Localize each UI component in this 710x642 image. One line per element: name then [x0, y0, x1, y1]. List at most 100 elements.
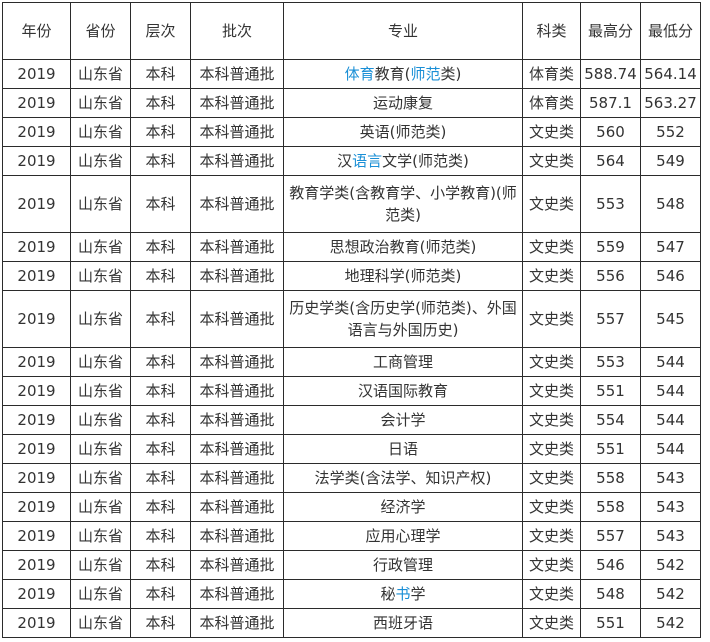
- major-link-text[interactable]: 体育: [345, 65, 375, 83]
- cell-min-score: 548: [640, 175, 701, 233]
- cell-batch: 本科普通批: [190, 232, 284, 262]
- table-row: 2019 山东省 本科 本科普通批 经济学 文史类 558 543: [2, 492, 701, 522]
- cell-major: 日语: [283, 434, 523, 464]
- cell-category: 文史类: [522, 463, 581, 493]
- cell-major: 汉语国际教育: [283, 376, 523, 406]
- cell-level: 本科: [130, 579, 191, 609]
- cell-year: 2019: [2, 59, 71, 89]
- cell-max-score: 557: [580, 290, 641, 348]
- cell-min-score: 564.14: [640, 59, 701, 89]
- cell-province: 山东省: [70, 376, 131, 406]
- cell-level: 本科: [130, 175, 191, 233]
- major-text: 汉: [337, 152, 353, 170]
- cell-category: 文史类: [522, 405, 581, 435]
- cell-year: 2019: [2, 232, 71, 262]
- table-row: 2019 山东省 本科 本科普通批 日语 文史类 551 544: [2, 434, 701, 464]
- cell-year: 2019: [2, 117, 71, 147]
- table-row: 2019 山东省 本科 本科普通批 法学类(含法学、知识产权) 文史类 558 543: [2, 463, 701, 493]
- cell-batch: 本科普通批: [190, 146, 284, 176]
- cell-batch: 本科普通批: [190, 608, 284, 638]
- cell-max-score: 553: [580, 175, 641, 233]
- major-link-text[interactable]: 书: [395, 585, 410, 603]
- cell-year: 2019: [2, 88, 71, 118]
- cell-category: 体育类: [522, 88, 581, 118]
- cell-category: 文史类: [522, 579, 581, 609]
- cell-province: 山东省: [70, 347, 131, 377]
- cell-level: 本科: [130, 117, 191, 147]
- cell-year: 2019: [2, 550, 71, 580]
- cell-province: 山东省: [70, 492, 131, 522]
- cell-level: 本科: [130, 492, 191, 522]
- table-row: 2019 山东省 本科 本科普通批 历史学类(含历史学(师范类)、外国语言与外国历史) 文…: [2, 290, 701, 348]
- major-link-text[interactable]: 语言: [352, 152, 382, 170]
- cell-province: 山东省: [70, 434, 131, 464]
- cell-max-score: 557: [580, 521, 641, 551]
- cell-max-score: 559: [580, 232, 641, 262]
- major-text: 行政管理: [372, 556, 433, 574]
- major-link-text[interactable]: 师范: [411, 65, 441, 83]
- major-text: 经济学: [380, 498, 426, 516]
- cell-category: 文史类: [522, 117, 581, 147]
- cell-category: 文史类: [522, 146, 581, 176]
- table-row: 2019 山东省 本科 本科普通批 会计学 文史类 554 544: [2, 405, 701, 435]
- cell-max-score: 556: [580, 261, 641, 291]
- cell-level: 本科: [130, 261, 191, 291]
- cell-category: 文史类: [522, 175, 581, 233]
- cell-province: 山东省: [70, 463, 131, 493]
- cell-batch: 本科普通批: [190, 261, 284, 291]
- cell-province: 山东省: [70, 521, 131, 551]
- cell-level: 本科: [130, 434, 191, 464]
- cell-batch: 本科普通批: [190, 376, 284, 406]
- cell-level: 本科: [130, 290, 191, 348]
- major-text: 历史学类(含历史学(师范类)、外国语言与外国历史): [289, 299, 517, 339]
- major-text: 应用心理学: [365, 527, 441, 545]
- cell-category: 文史类: [522, 261, 581, 291]
- cell-max-score: 546: [580, 550, 641, 580]
- cell-min-score: 542: [640, 608, 701, 638]
- cell-batch: 本科普通批: [190, 463, 284, 493]
- header-min-score: 最低分: [640, 2, 701, 60]
- cell-province: 山东省: [70, 146, 131, 176]
- major-text: 汉语国际教育: [357, 382, 448, 400]
- cell-category: 文史类: [522, 492, 581, 522]
- cell-year: 2019: [2, 521, 71, 551]
- major-text: 思想政治教育(师范类): [329, 238, 477, 256]
- cell-major: 秘书学: [283, 579, 523, 609]
- cell-level: 本科: [130, 376, 191, 406]
- major-text: 会计学: [380, 411, 426, 429]
- cell-level: 本科: [130, 608, 191, 638]
- cell-major: 西班牙语: [283, 608, 523, 638]
- header-row: 年份 省份 层次 批次 专业 科类 最高分 最低分: [2, 2, 701, 60]
- cell-major: 汉语言文学(师范类): [283, 146, 523, 176]
- cell-year: 2019: [2, 376, 71, 406]
- cell-major: 工商管理: [283, 347, 523, 377]
- cell-year: 2019: [2, 347, 71, 377]
- header-level: 层次: [130, 2, 191, 60]
- cell-level: 本科: [130, 463, 191, 493]
- table-row: 2019 山东省 本科 本科普通批 工商管理 文史类 553 544: [2, 347, 701, 377]
- cell-province: 山东省: [70, 290, 131, 348]
- cell-min-score: 543: [640, 492, 701, 522]
- cell-min-score: 543: [640, 463, 701, 493]
- cell-year: 2019: [2, 434, 71, 464]
- cell-major: 运动康复: [283, 88, 523, 118]
- cell-min-score: 542: [640, 579, 701, 609]
- cell-category: 体育类: [522, 59, 581, 89]
- major-text: 文学(师范类): [382, 152, 469, 170]
- table-row: 2019 山东省 本科 本科普通批 行政管理 文史类 546 542: [2, 550, 701, 580]
- cell-year: 2019: [2, 405, 71, 435]
- table-row: 2019 山东省 本科 本科普通批 秘书学 文史类 548 542: [2, 579, 701, 609]
- major-text: 教育学类(含教育学、小学教育)(师范类): [289, 184, 517, 224]
- cell-province: 山东省: [70, 405, 131, 435]
- table-row: 2019 山东省 本科 本科普通批 英语(师范类) 文史类 560 552: [2, 117, 701, 147]
- cell-level: 本科: [130, 88, 191, 118]
- cell-max-score: 551: [580, 434, 641, 464]
- major-text: 教育(: [374, 65, 411, 83]
- table-row: 2019 山东省 本科 本科普通批 西班牙语 文史类 551 542: [2, 608, 701, 638]
- cell-min-score: 563.27: [640, 88, 701, 118]
- cell-batch: 本科普通批: [190, 492, 284, 522]
- cell-max-score: 553: [580, 347, 641, 377]
- cell-category: 文史类: [522, 521, 581, 551]
- table-row: 2019 山东省 本科 本科普通批 应用心理学 文史类 557 543: [2, 521, 701, 551]
- table-row: 2019 山东省 本科 本科普通批 思想政治教育(师范类) 文史类 559 547: [2, 232, 701, 262]
